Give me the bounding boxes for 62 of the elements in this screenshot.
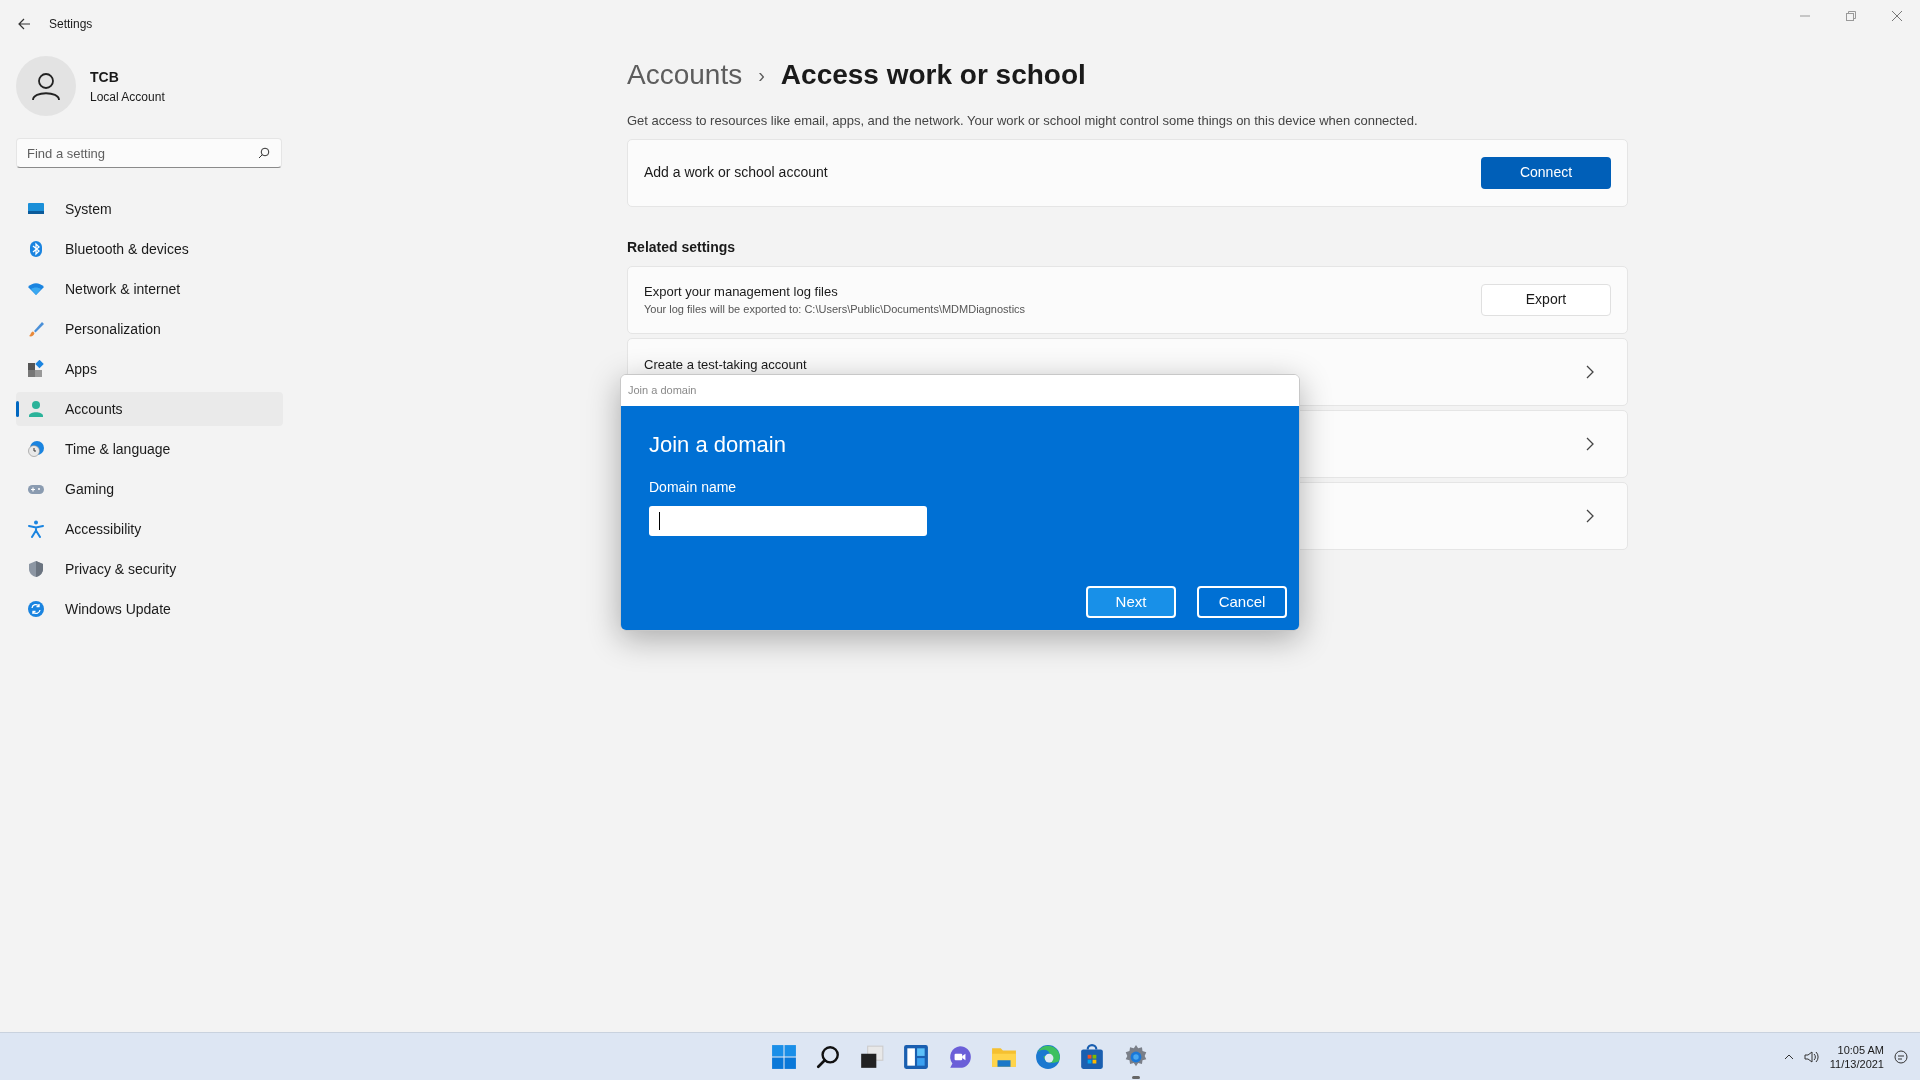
nav-item[interactable]: Gaming bbox=[16, 472, 283, 506]
clock-date[interactable]: 11/13/2021 bbox=[1829, 1056, 1884, 1071]
close-icon bbox=[1892, 11, 1902, 21]
dialog-window-title: Join a domain bbox=[628, 383, 697, 399]
start-icon[interactable] bbox=[771, 1043, 797, 1070]
page-title: Access work or school bbox=[780, 58, 1086, 92]
card-title: Create a test-taking account bbox=[644, 355, 807, 374]
bluetooth-icon bbox=[27, 240, 45, 258]
description: Get access to resources like email, apps, and the network. Your work or school might control some things on this device when connected. bbox=[627, 112, 1419, 130]
card-title: Export your management log files bbox=[644, 282, 839, 301]
notification-icon[interactable] bbox=[1894, 1049, 1908, 1064]
nav-item[interactable]: Time & language bbox=[16, 432, 283, 466]
back-arrow-icon bbox=[17, 17, 31, 31]
breadcrumb-separator: › bbox=[758, 63, 765, 88]
export-button[interactable]: Export bbox=[1481, 283, 1611, 316]
card-label: Add a work or school account bbox=[644, 163, 828, 182]
search-icon bbox=[258, 147, 270, 159]
search-field[interactable]: Find a setting bbox=[16, 138, 282, 168]
brush-icon bbox=[27, 320, 45, 338]
profile-name: TCB bbox=[90, 67, 120, 87]
clock-globe-icon bbox=[27, 440, 45, 458]
task-view-icon[interactable] bbox=[859, 1043, 885, 1070]
restore-icon bbox=[1846, 11, 1856, 21]
person-icon bbox=[27, 400, 45, 418]
card-subtitle: Your log files will be exported to: C:\Users\Public\Documents\MDMDiagnostics bbox=[644, 302, 1026, 317]
selection-indicator bbox=[16, 401, 19, 417]
clock-time[interactable]: 10:05 AM bbox=[1837, 1042, 1884, 1057]
nav-item[interactable]: Network & internet bbox=[16, 272, 283, 306]
chevron-right-icon bbox=[1585, 364, 1595, 379]
accessibility-icon bbox=[27, 520, 45, 538]
widgets-icon[interactable] bbox=[903, 1043, 929, 1070]
chevron-right-icon bbox=[1585, 508, 1595, 523]
shield-icon bbox=[27, 560, 45, 578]
nav-item[interactable]: Bluetooth & devices bbox=[16, 232, 283, 266]
browser-icon[interactable] bbox=[1035, 1043, 1061, 1070]
section-heading: Related settings bbox=[627, 237, 737, 257]
chevron-right-icon bbox=[1585, 436, 1595, 451]
search-icon[interactable] bbox=[815, 1043, 841, 1070]
apps-icon bbox=[27, 360, 45, 378]
account-type: Local Account bbox=[90, 88, 165, 106]
nav-item[interactable]: Windows Update bbox=[16, 592, 283, 626]
nav-item[interactable]: Accounts bbox=[16, 392, 283, 426]
store-icon[interactable] bbox=[1079, 1043, 1105, 1070]
dialog-heading: Join a domain bbox=[649, 431, 787, 459]
nav-item[interactable]: Apps bbox=[16, 352, 283, 386]
person-outline-icon bbox=[31, 71, 61, 101]
nav-item[interactable]: System bbox=[16, 192, 283, 226]
wifi-icon bbox=[27, 280, 45, 298]
nav-item[interactable]: Privacy & security bbox=[16, 552, 283, 586]
speaker-icon[interactable] bbox=[1803, 1049, 1820, 1064]
text-cursor bbox=[659, 512, 660, 530]
back-button[interactable] bbox=[17, 17, 31, 31]
sync-icon bbox=[27, 600, 45, 618]
breadcrumb-link[interactable]: Accounts bbox=[627, 54, 743, 96]
domain-name-field[interactable] bbox=[649, 506, 927, 536]
nav-item[interactable]: Personalization bbox=[16, 312, 283, 346]
nav-item[interactable]: Accessibility bbox=[16, 512, 283, 546]
window-title: Settings bbox=[49, 16, 93, 33]
dialog-button[interactable]: Cancel bbox=[1197, 586, 1287, 618]
connect-button[interactable]: Connect bbox=[1481, 156, 1611, 189]
chat-icon[interactable] bbox=[947, 1043, 973, 1070]
field-label: Domain name bbox=[649, 478, 738, 497]
